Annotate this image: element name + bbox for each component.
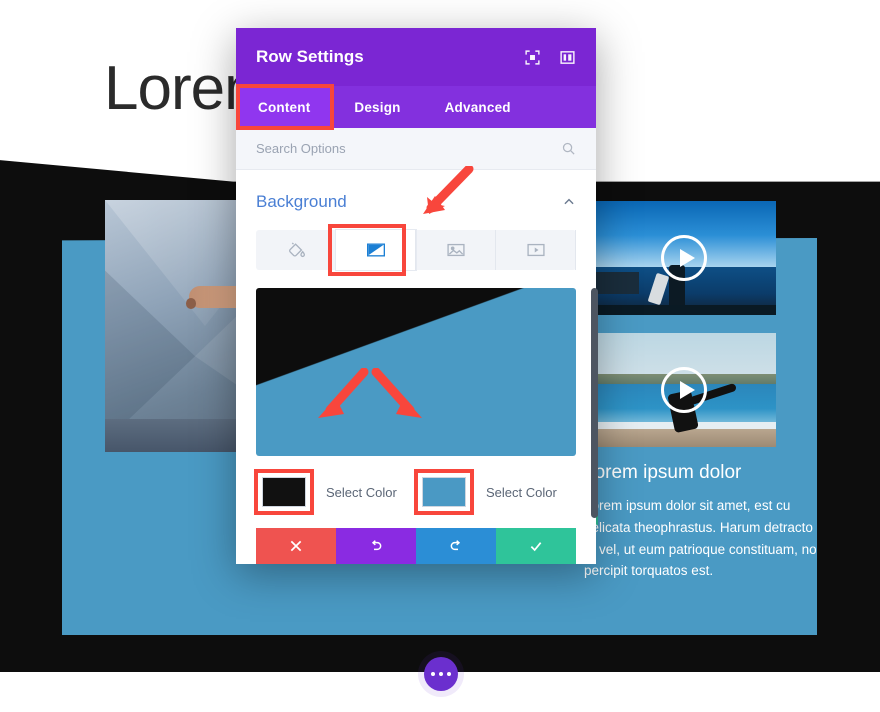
panel-scrollbar[interactable] xyxy=(591,288,598,518)
redo-button[interactable] xyxy=(416,528,496,564)
undo-icon xyxy=(371,540,382,551)
gradient-color-2-swatch-wrap[interactable] xyxy=(414,469,474,515)
close-icon xyxy=(290,540,302,552)
thumb1-ledge xyxy=(591,304,776,315)
background-section-header[interactable]: Background xyxy=(256,192,576,212)
ellipsis-dot xyxy=(431,672,435,676)
image-icon xyxy=(446,243,465,257)
check-icon xyxy=(530,542,542,552)
right-text-heading: Lorem ipsum dolor xyxy=(584,462,742,483)
undo-button[interactable] xyxy=(336,528,416,564)
modal-title: Row Settings xyxy=(256,47,364,66)
gradient-color-1-label[interactable]: Select Color xyxy=(326,485,397,500)
search-options-row[interactable]: Search Options xyxy=(236,128,596,170)
chevron-up-icon[interactable] xyxy=(562,195,576,209)
gradient-color-2-cell: Select Color xyxy=(414,469,576,515)
search-input[interactable]: Search Options xyxy=(256,141,561,156)
thumb1-rock xyxy=(591,271,640,295)
background-video-tab[interactable] xyxy=(496,230,576,270)
gradient-color-2-label[interactable]: Select Color xyxy=(486,485,557,500)
tab-design[interactable]: Design xyxy=(332,86,422,128)
gradient-color-stops: Select Color Select Color xyxy=(254,468,576,516)
right-text-module: Lorem ipsum dolor Lorem ipsum dolor sit … xyxy=(584,462,824,582)
thumb2-sand xyxy=(591,428,776,447)
ellipsis-dot xyxy=(439,672,443,676)
background-color-tab[interactable] xyxy=(256,230,336,270)
gradient-color-1-swatch[interactable] xyxy=(262,477,306,507)
paint-bucket-icon xyxy=(288,242,305,258)
modal-header: Row Settings xyxy=(236,28,596,86)
search-icon[interactable] xyxy=(561,141,576,156)
tab-advanced[interactable]: Advanced xyxy=(423,86,533,128)
page-settings-button[interactable] xyxy=(424,657,458,691)
gradient-color-1-cell: Select Color xyxy=(254,469,416,515)
ellipsis-dot xyxy=(447,672,451,676)
play-icon[interactable] xyxy=(660,367,707,413)
background-section-title: Background xyxy=(256,192,347,211)
background-image-tab[interactable] xyxy=(416,230,496,270)
right-text-body: Lorem ipsum dolor sit amet, est cu delic… xyxy=(584,497,817,579)
modal-tabs: Content Design Advanced xyxy=(236,84,596,130)
gradient-color-2-swatch[interactable] xyxy=(422,477,466,507)
fullscreen-icon[interactable] xyxy=(524,49,541,66)
cancel-button[interactable] xyxy=(256,528,336,564)
background-panel: Background Select Color Select Color xyxy=(236,170,598,564)
save-button[interactable] xyxy=(496,528,576,564)
tab-content-label: Content xyxy=(258,99,311,115)
row-settings-modal: Row Settings Content Design Advanced Sea… xyxy=(236,28,598,564)
play-icon[interactable] xyxy=(660,235,707,281)
gradient-preview[interactable] xyxy=(256,288,576,456)
background-type-tabs xyxy=(256,224,576,276)
screenshot-root: Lorem Lorem ipsum dolor Lorem ipsum dolo… xyxy=(0,0,880,712)
modal-header-actions xyxy=(524,49,576,66)
tab-advanced-label: Advanced xyxy=(444,99,511,115)
video-icon xyxy=(526,243,545,257)
gradient-color-1-swatch-wrap[interactable] xyxy=(254,469,314,515)
modal-action-bar xyxy=(256,528,576,564)
layout-icon[interactable] xyxy=(559,49,576,66)
background-gradient-tab[interactable] xyxy=(336,230,416,270)
tab-content[interactable]: Content xyxy=(236,86,333,128)
gradient-icon xyxy=(366,243,385,257)
tab-design-label: Design xyxy=(354,99,401,115)
video-thumbnail-1[interactable] xyxy=(591,201,776,315)
redo-icon xyxy=(450,540,461,551)
video-thumbnail-2[interactable] xyxy=(591,333,776,447)
